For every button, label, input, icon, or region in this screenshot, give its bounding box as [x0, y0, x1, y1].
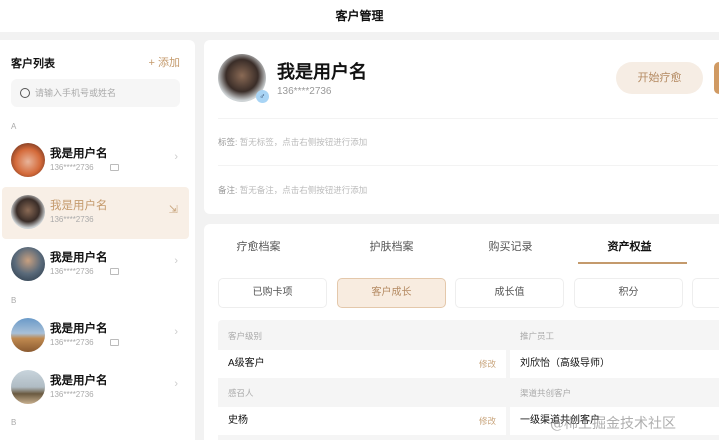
field-label: 推广员工: [520, 331, 555, 341]
avatar: [11, 247, 45, 281]
profile-name: 我是用户名: [277, 62, 367, 82]
customer-list-item[interactable]: 我是用户名 136****2736 ›: [2, 362, 189, 414]
page-title: 客户管理: [0, 0, 719, 32]
card-icon: [110, 164, 119, 171]
tab-skincare-records[interactable]: 护肤档案: [337, 238, 446, 254]
customer-name: 我是用户名: [50, 200, 108, 212]
tab-assets[interactable]: 资产权益: [575, 238, 684, 254]
avatar: [11, 143, 45, 177]
male-icon: ♂: [256, 90, 269, 103]
profile-phone: 136****2736: [277, 86, 332, 97]
field-value: 史杨: [228, 415, 248, 426]
search-placeholder: 请输入手机号或姓名: [35, 88, 117, 98]
note-value: 暂无备注，点击右侧按钮进行添加: [239, 185, 368, 195]
watermark: @稀土掘金技术社区: [550, 416, 676, 432]
customer-list-item[interactable]: 我是用户名 136****2736 ›: [2, 135, 189, 187]
field-label: 客户级别: [228, 331, 263, 341]
avatar: [11, 195, 45, 229]
field-label: 感召人: [228, 388, 254, 398]
customer-name: 我是用户名: [50, 375, 108, 387]
subtab-customer-growth[interactable]: 客户成长: [337, 278, 446, 308]
field-label: 渠道共创客户: [520, 388, 572, 398]
search-input[interactable]: 请输入手机号或姓名: [11, 79, 180, 107]
search-icon: [20, 88, 30, 98]
customer-phone: 136****2736: [50, 338, 94, 347]
divider: [218, 118, 718, 119]
chevron-right-icon: ›: [174, 326, 178, 338]
edit-button[interactable]: 修改: [479, 350, 496, 378]
sidebar-title: 客户列表: [11, 58, 55, 70]
chevron-right-icon: ›: [174, 378, 178, 390]
switch-icon: ⇲: [168, 204, 178, 216]
card-icon: [110, 268, 119, 275]
customer-level-value: A级客户 修改: [218, 350, 506, 378]
referrer-value: 史杨 修改: [218, 407, 506, 435]
section-letter: B: [11, 418, 17, 427]
customer-list-item-selected[interactable]: 我是用户名 136****2736 ⇲: [2, 187, 189, 239]
tags-label: 标签:: [218, 137, 238, 147]
profile-card: ♂ 我是用户名 136****2736 开始疗愈 标签: 暂无标签，点击右侧按钮…: [204, 40, 719, 214]
note-label: 备注:: [218, 185, 238, 195]
section-letter: B: [11, 296, 17, 305]
section-letter: A: [11, 122, 17, 131]
note-row[interactable]: 备注: 暂无备注，点击右侧按钮进行添加: [218, 184, 367, 196]
subtab-growth-value[interactable]: 成长值: [455, 278, 564, 308]
subtab-points[interactable]: 积分: [574, 278, 683, 308]
customer-name: 我是用户名: [50, 252, 108, 264]
customer-name: 我是用户名: [50, 148, 108, 160]
tab-purchase-records[interactable]: 购买记录: [456, 238, 565, 254]
avatar: [11, 370, 45, 404]
add-customer-button[interactable]: + 添加: [149, 54, 180, 70]
chevron-right-icon: ›: [174, 151, 178, 163]
chevron-right-icon: ›: [174, 255, 178, 267]
customer-sidebar: 客户列表 + 添加 请输入手机号或姓名 A 我是用户名 136****2736 …: [0, 40, 195, 440]
customer-phone: 136****2736: [50, 215, 94, 224]
tags-value: 暂无标签，点击右侧按钮进行添加: [239, 137, 368, 147]
customer-list-item[interactable]: 我是用户名 136****2736 ›: [2, 239, 189, 291]
card-icon: [110, 339, 119, 346]
detail-card: 疗愈档案 护肤档案 购买记录 资产权益 已购卡项 客户成长 成长值 积分 客户级…: [204, 224, 719, 440]
tags-row[interactable]: 标签: 暂无标签，点击右侧按钮进行添加: [218, 136, 367, 148]
subtab-purchased-cards[interactable]: 已购卡项: [218, 278, 327, 308]
customer-phone: 136****2736: [50, 163, 94, 172]
customer-name: 我是用户名: [50, 323, 108, 335]
subtab-more[interactable]: [692, 278, 719, 308]
divider: [218, 165, 718, 166]
field-value: A级客户: [228, 358, 265, 369]
avatar: [11, 318, 45, 352]
customer-phone: 136****2736: [50, 267, 94, 276]
edit-button[interactable]: 修改: [479, 407, 496, 435]
tab-healing-records[interactable]: 疗愈档案: [204, 238, 313, 254]
customer-phone: 136****2736: [50, 390, 94, 399]
active-tab-indicator: [578, 262, 687, 264]
customer-list-item[interactable]: 我是用户名 136****2736 ›: [2, 310, 189, 362]
action-button[interactable]: [714, 62, 719, 94]
start-healing-button[interactable]: 开始疗愈: [616, 62, 703, 94]
promoter-value: 刘欣怡（高级导师）: [510, 350, 719, 378]
